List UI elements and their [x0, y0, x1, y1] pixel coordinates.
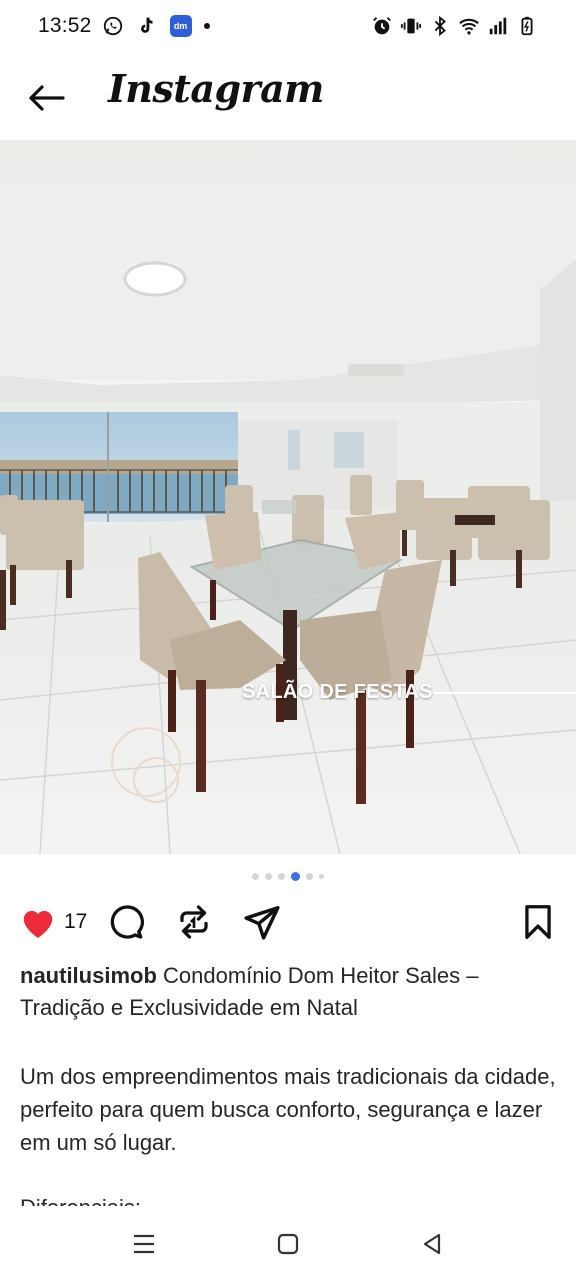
- tiktok-icon: [136, 15, 158, 37]
- share-button[interactable]: [242, 902, 282, 942]
- status-time: 13:52: [38, 14, 92, 37]
- wifi-icon: [458, 15, 480, 37]
- repost-button[interactable]: [174, 902, 214, 942]
- party-hall-photo: [0, 140, 576, 854]
- instagram-logo: Instagram: [108, 66, 324, 111]
- bookmark-icon: [525, 905, 551, 939]
- heart-icon: [23, 910, 53, 938]
- back-button[interactable]: [24, 78, 68, 118]
- comment-icon: [110, 905, 144, 939]
- signal-icon: [487, 15, 509, 37]
- caption-username[interactable]: nautilusimob: [20, 963, 157, 988]
- photo-overlay-line: [434, 692, 576, 694]
- status-notification-icons: dm: [102, 15, 210, 37]
- bluetooth-icon: [429, 15, 451, 37]
- menu-icon: [134, 1234, 154, 1254]
- carousel-dot: [306, 873, 313, 880]
- carousel-dot: [265, 873, 272, 880]
- alarm-icon: [371, 15, 393, 37]
- system-navigation-bar: [0, 1206, 576, 1280]
- status-system-icons: [371, 15, 538, 37]
- post-caption: nautilusimob Condomínio Dom Heitor Sales…: [20, 960, 560, 1024]
- back-triangle-icon: [423, 1233, 441, 1255]
- repost-icon: [180, 905, 208, 939]
- app-header: Instagram: [0, 52, 576, 140]
- recent-apps-button[interactable]: [124, 1224, 164, 1264]
- carousel-indicator: [0, 872, 576, 881]
- vibrate-icon: [400, 15, 422, 37]
- comment-button[interactable]: [106, 902, 146, 942]
- notification-dot-icon: [203, 23, 210, 29]
- system-back-button[interactable]: [412, 1224, 452, 1264]
- dm-icon: dm: [169, 15, 192, 37]
- post-action-bar: 17: [0, 896, 576, 948]
- carousel-dot: [319, 874, 324, 879]
- carousel-dot: [252, 873, 259, 880]
- battery-icon: [516, 15, 538, 37]
- photo-overlay-label: SALÃO DE FESTAS: [242, 681, 433, 703]
- like-button[interactable]: [18, 902, 58, 942]
- post-image-carousel[interactable]: SALÃO DE FESTAS: [0, 140, 576, 854]
- carousel-dot: [278, 873, 285, 880]
- save-button[interactable]: [518, 902, 558, 942]
- like-count[interactable]: 17: [64, 910, 87, 934]
- post-description-truncated: Diferenciais:: [20, 1192, 560, 1206]
- home-square-icon: [277, 1233, 299, 1255]
- home-button[interactable]: [268, 1224, 308, 1264]
- share-icon: [244, 906, 280, 940]
- arrow-left-icon: [29, 85, 65, 111]
- carousel-dot-active: [291, 872, 300, 881]
- whatsapp-icon: [102, 15, 124, 37]
- status-bar: 13:52 dm: [0, 0, 576, 52]
- post-description: Um dos empreendimentos mais tradicionais…: [20, 1064, 556, 1155]
